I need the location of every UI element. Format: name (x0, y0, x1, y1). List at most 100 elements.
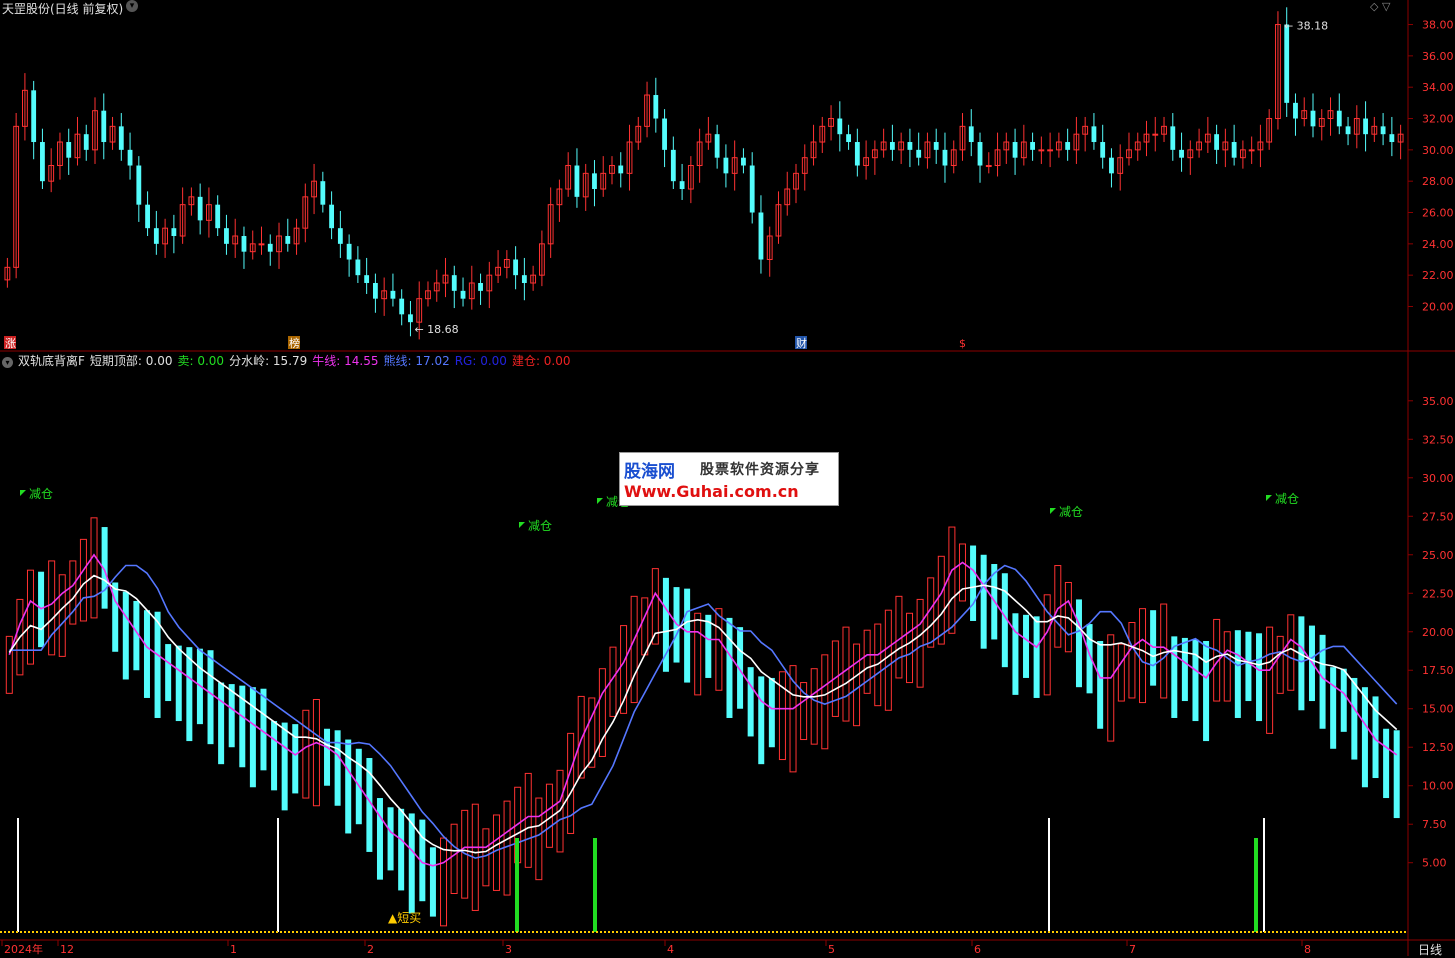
candle-body-85 (749, 165, 755, 213)
candle-body-4 (40, 142, 45, 182)
ind-tick-label-7: 17.50 (1422, 664, 1454, 677)
candle-body-77 (679, 181, 685, 190)
ind-bar-71 (758, 676, 765, 765)
candle-body-67 (592, 173, 597, 190)
reduce-label-0: 减仓 (29, 487, 53, 501)
ind-bar-68 (726, 617, 733, 718)
candle-body-124 (1091, 126, 1097, 143)
price-tick-label-8: 22.00 (1422, 269, 1454, 282)
candle-body-70 (618, 165, 624, 174)
candle-body-82 (723, 157, 729, 174)
ind-bar-46 (492, 814, 500, 891)
date-label-0: 2024年 (4, 942, 43, 956)
date-label-6: 5 (828, 943, 835, 956)
ind-bar-122 (1298, 616, 1305, 711)
ind-bar-79 (842, 626, 850, 722)
candle-body-3 (31, 90, 37, 143)
price-tick-label-5: 28.00 (1422, 175, 1454, 188)
candle-body-38 (337, 228, 343, 244)
candle-body-52 (460, 290, 466, 299)
ind-bar-91 (970, 545, 977, 621)
price-tick-label-9: 20.00 (1422, 301, 1454, 314)
ind-bar-0 (5, 635, 13, 694)
candle-body-74 (653, 95, 659, 119)
candle-body-126 (1109, 157, 1114, 174)
date-label-8: 7 (1129, 943, 1136, 956)
chevron-down-icon[interactable]: ▾ (2, 357, 13, 368)
toolbar-icons[interactable]: ◇ ▽ (1370, 0, 1390, 13)
date-label-4: 3 (505, 943, 512, 956)
ind-bar-76 (810, 668, 818, 745)
ind-tick-label-6: 20.00 (1422, 626, 1454, 639)
ind-bar-5 (58, 574, 66, 657)
candle-body-45 (399, 298, 405, 315)
ind-bar-27 (292, 724, 299, 794)
ind-bar-128 (1361, 687, 1368, 788)
chevron-down-icon[interactable]: ▾ (126, 0, 138, 12)
candle-body-121 (1065, 142, 1071, 150)
candle-body-41 (364, 275, 370, 284)
candle-body-29 (258, 243, 265, 246)
watermark-url: Www.Guhai.com.cn (624, 482, 799, 501)
ind-bar-40 (429, 847, 436, 917)
candle-body-39 (346, 243, 352, 260)
ind-bar-77 (821, 654, 829, 750)
ind-bar-80 (853, 643, 861, 727)
ind-bar-81 (863, 629, 871, 694)
ind-bar-118 (1256, 633, 1263, 722)
marker-cai: 财 (796, 336, 807, 350)
candle-body-58 (513, 259, 519, 276)
price-tick-label-3: 32.00 (1422, 113, 1454, 126)
ind-tick-label-8: 15.00 (1422, 703, 1454, 716)
indicator-field-6: 建仓: 0.00 (511, 354, 571, 368)
ind-bar-116 (1234, 630, 1241, 718)
candle-body-153 (1345, 126, 1351, 135)
candle-body-103 (907, 142, 913, 150)
stock-title[interactable]: 天罡股份(日线 前复权) (2, 0, 123, 17)
ind-bar-37 (398, 808, 405, 891)
ind-bar-8 (90, 517, 98, 619)
ind-bar-28 (302, 709, 310, 799)
candle-body-32 (285, 236, 291, 244)
date-label-3: 2 (367, 943, 374, 956)
ind-bar-104 (1107, 634, 1115, 742)
ind-tick-label-9: 12.50 (1422, 741, 1454, 754)
reduce-label-1: 减仓 (528, 519, 552, 533)
candle-body-97 (854, 142, 860, 166)
candle-body-30 (267, 243, 273, 252)
flag-icon-0 (20, 490, 26, 496)
ind-tick-label-2: 30.00 (1422, 472, 1454, 485)
indicator-field-3: 牛线: 14.55 (312, 354, 379, 368)
mid-line (8, 574, 1398, 854)
ind-bar-88 (937, 555, 945, 645)
ind-bar-130 (1383, 728, 1390, 799)
candle-body-46 (408, 314, 413, 323)
candle-body-107 (942, 149, 948, 166)
candle-body-75 (662, 118, 667, 150)
ind-bar-20 (218, 682, 225, 765)
candle-body-11 (101, 110, 107, 143)
ind-bar-53 (567, 732, 575, 834)
date-label-5: 4 (667, 943, 674, 956)
ind-bar-131 (1393, 730, 1400, 819)
candle-body-140 (1231, 142, 1237, 158)
date-label-2: 1 (230, 943, 237, 956)
ind-bar-126 (1340, 668, 1347, 732)
ind-bar-60 (641, 597, 649, 656)
candle-body-16 (145, 204, 150, 229)
candle-body-158 (1389, 134, 1395, 143)
candle-body-106 (933, 142, 939, 150)
candle-body-36 (320, 181, 326, 205)
candle-body-54 (478, 283, 483, 291)
period-label[interactable]: 日线 (1418, 941, 1442, 958)
indicator-field-4: 熊线: 17.02 (383, 354, 450, 368)
ind-bar-90 (958, 543, 966, 602)
candle-body-81 (714, 134, 720, 158)
indicator-name[interactable]: 双轨底背离F (18, 354, 85, 368)
candle-body-96 (846, 134, 851, 143)
ind-bar-66 (705, 614, 712, 678)
ind-bar-86 (916, 598, 924, 688)
ind-bar-127 (1351, 677, 1358, 760)
ind-bar-67 (715, 608, 723, 691)
ind-bar-38 (408, 813, 415, 914)
